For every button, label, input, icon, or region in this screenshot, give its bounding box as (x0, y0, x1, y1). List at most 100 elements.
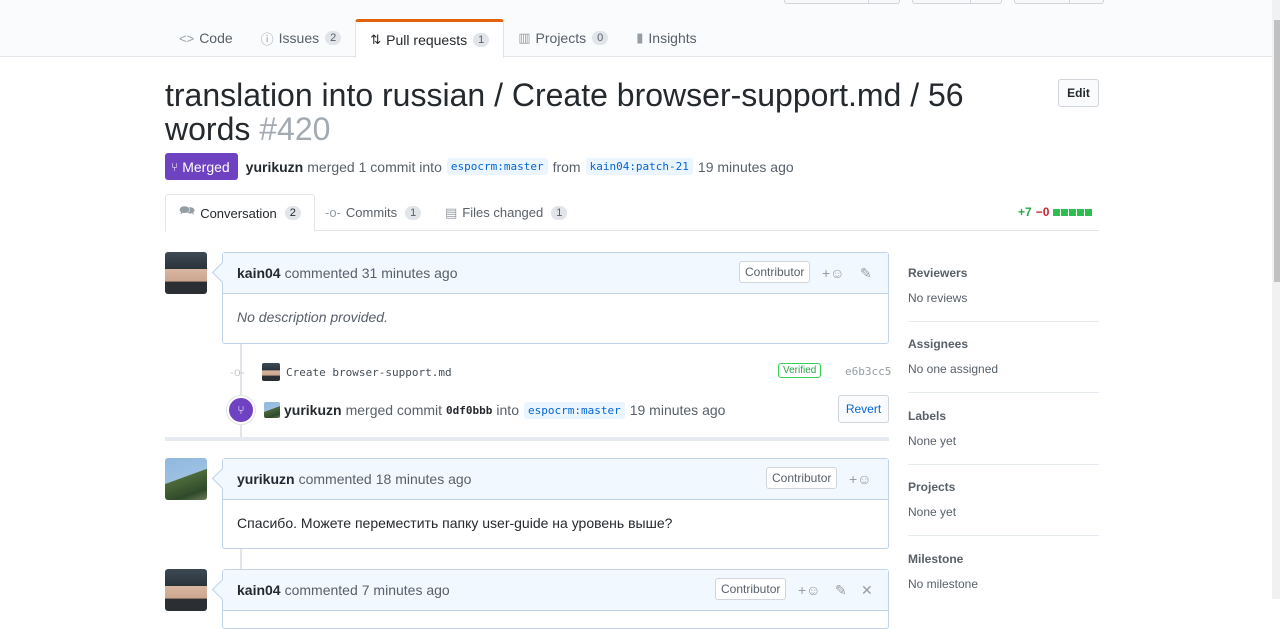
counter: 2 (284, 206, 301, 220)
watch-button[interactable] (784, 0, 900, 4)
add-reaction-icon[interactable]: +☺ (798, 582, 820, 598)
comment-header: kain04 commented 7 minutes ago Contribut… (223, 570, 888, 611)
sidebar-value: No reviews (908, 291, 968, 305)
repo-action-buttons (784, 0, 1104, 4)
verified-badge[interactable]: Verified (778, 363, 822, 378)
sidebar-value: None yet (908, 505, 957, 519)
sidebar-milestone: Milestone No milestone (908, 552, 1099, 591)
commit-event: -o- Create browser-support.md Verified e… (230, 360, 891, 384)
tab-label: Commits (345, 205, 398, 220)
pr-author-link[interactable]: yurikuzn (246, 159, 304, 175)
comment-action: commented (284, 582, 358, 598)
add-reaction-icon[interactable]: +☺ (822, 265, 844, 281)
counter: 2 (325, 31, 342, 45)
pencil-icon[interactable]: ✎ (835, 582, 847, 599)
comment: yurikuzn commented 18 minutes ago Contri… (222, 458, 889, 549)
revert-button[interactable]: Revert (838, 395, 889, 423)
comment-action: commented (284, 265, 358, 281)
close-icon[interactable]: ✕ (861, 582, 873, 599)
counter: 1 (551, 205, 568, 220)
tab-commits[interactable]: -o- Commits 1 (325, 194, 422, 231)
comment-discussion-icon: 🗪 (179, 203, 196, 218)
sidebar-heading[interactable]: Projects (908, 480, 1099, 494)
pr-tabs: 🗪 Conversation 2 -o- Commits 1 ▤ Files c… (165, 194, 1099, 232)
target-branch[interactable]: espocrm:master (523, 401, 625, 419)
sidebar-heading[interactable]: Labels (908, 409, 1099, 423)
pull-request-icon: ⇅ (370, 32, 382, 47)
comment: kain04 commented 31 minutes ago Contribu… (222, 252, 889, 344)
commit-sha[interactable]: e6b3cc5 (845, 365, 891, 378)
merge-time: 19 minutes ago (697, 158, 794, 175)
sidebar-heading[interactable]: Reviewers (908, 266, 1099, 280)
star-button[interactable] (912, 0, 1002, 4)
base-branch[interactable]: espocrm:master (446, 158, 548, 175)
counter: 0 (592, 31, 609, 45)
avatar[interactable] (264, 402, 280, 418)
avatar[interactable] (165, 569, 207, 611)
scrollbar-thumb[interactable] (1274, 20, 1280, 282)
pr-title: translation into russian / Create browse… (165, 78, 965, 146)
avatar[interactable] (262, 363, 280, 381)
tab-pull-requests[interactable]: ⇅ Pull requests 1 (355, 19, 505, 58)
pencil-icon[interactable]: ✎ (860, 265, 872, 282)
contributor-badge: Contributor (715, 578, 787, 600)
tab-label: Pull requests (386, 32, 468, 48)
sidebar-reviewers: Reviewers No reviews (908, 266, 1099, 322)
tab-label: Projects (535, 30, 587, 46)
diffstat-blocks (1053, 205, 1093, 219)
counter: 1 (473, 33, 490, 47)
comment-author[interactable]: kain04 (237, 582, 281, 598)
tab-label: Files changed (462, 205, 544, 220)
comment-time[interactable]: 7 minutes ago (362, 582, 450, 598)
merge-event-time[interactable]: 19 minutes ago (630, 402, 726, 418)
tab-conversation[interactable]: 🗪 Conversation 2 (165, 194, 315, 232)
lines-added: +7 (1018, 205, 1032, 219)
contributor-badge: Contributor (766, 467, 838, 489)
counter: 1 (405, 205, 422, 220)
edit-title-button[interactable]: Edit (1058, 79, 1099, 107)
sidebar-value: No one assigned (908, 362, 999, 376)
contributor-badge: Contributor (739, 261, 811, 283)
add-reaction-icon[interactable]: +☺ (849, 471, 871, 487)
graph-icon: ▮ (636, 30, 644, 45)
merge-author[interactable]: yurikuzn (284, 402, 342, 418)
comment-author[interactable]: kain04 (237, 265, 281, 281)
project-icon: ▥ (518, 30, 531, 45)
tab-issues[interactable]: ⓘ Issues 2 (247, 19, 356, 57)
page-scrollbar[interactable] (1272, 0, 1280, 599)
repo-header: <> Code ⓘ Issues 2 ⇅ Pull requests 1 ▥ P… (0, 0, 1280, 58)
from-text: from (552, 158, 581, 175)
tab-label: Issues (278, 30, 320, 46)
sidebar-assignees: Assignees No one assigned (908, 337, 1099, 393)
code-icon: <> (179, 30, 195, 46)
merge-sha[interactable]: 0df0bbb (446, 404, 492, 417)
head-branch[interactable]: kain04:patch-21 (585, 158, 693, 175)
avatar[interactable] (165, 252, 207, 294)
tab-code[interactable]: <> Code (165, 19, 247, 57)
fork-button[interactable] (1014, 0, 1104, 4)
merged-text: merged 1 commit into (307, 158, 442, 175)
git-commit-icon: -o- (230, 365, 245, 379)
tab-label: Conversation (200, 205, 277, 221)
comment-time[interactable]: 18 minutes ago (376, 471, 472, 487)
state-label: Merged (182, 158, 230, 175)
issue-icon: ⓘ (260, 31, 274, 47)
merged-state-badge: ⑂ Merged (165, 153, 238, 180)
sidebar-value: None yet (908, 434, 957, 448)
sidebar-heading[interactable]: Assignees (908, 337, 1099, 351)
comment-body: No description provided. (237, 309, 388, 325)
tab-label: Insights (648, 30, 697, 46)
sidebar-heading[interactable]: Milestone (908, 552, 1099, 566)
git-commit-icon: -o- (325, 205, 341, 220)
tab-insights[interactable]: ▮ Insights (622, 19, 710, 57)
commit-message[interactable]: Create browser-support.md (286, 366, 452, 379)
comment-time[interactable]: 31 minutes ago (362, 265, 458, 281)
avatar[interactable] (165, 458, 207, 500)
comment-author[interactable]: yurikuzn (237, 471, 295, 487)
file-diff-icon: ▤ (445, 204, 458, 220)
pr-number: #420 (259, 111, 331, 147)
pr-meta: ⑂ Merged yurikuzn merged 1 commit into e… (165, 153, 794, 180)
tab-files-changed[interactable]: ▤ Files changed 1 (445, 194, 568, 231)
merge-text: merged commit (345, 402, 443, 418)
tab-projects[interactable]: ▥ Projects 0 (504, 19, 622, 57)
